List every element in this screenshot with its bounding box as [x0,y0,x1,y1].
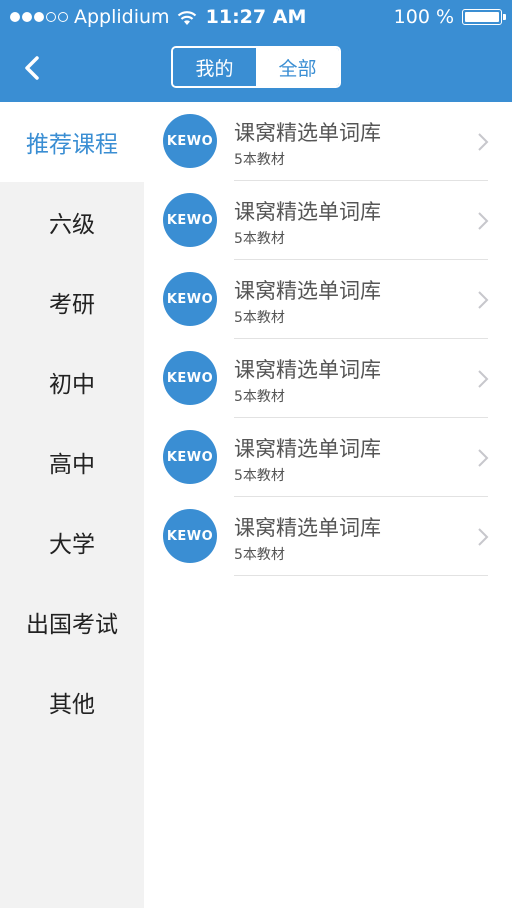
list-item-subtitle: 5本教材 [234,547,285,563]
list-item-subtitle: 5本教材 [234,310,285,326]
list-item-title: 课窝精选单词库 [234,358,381,382]
kewo-logo: KEWO [163,509,217,563]
sidebar-item-university[interactable]: 大学 [0,502,144,582]
sidebar-item-junior-high[interactable]: 初中 [0,342,144,422]
top-bar: Applidium 11:27 AM 100 % 我的 全部 [0,0,512,102]
sidebar-item-senior-high[interactable]: 高中 [0,422,144,502]
list-item[interactable]: KEWO 课窝精选单词库 5本教材 [144,260,512,339]
list-item-subtitle: 5本教材 [234,152,285,168]
chevron-right-icon [478,370,489,388]
chevron-left-icon[interactable] [20,54,46,82]
sidebar-item-study-abroad[interactable]: 出国考试 [0,582,144,662]
list-item-subtitle: 5本教材 [234,389,285,405]
chevron-right-icon [478,212,489,230]
list-item[interactable]: KEWO 课窝精选单词库 5本教材 [144,181,512,260]
kewo-logo: KEWO [163,272,217,326]
segmented-control: 我的 全部 [171,46,341,88]
sidebar-item-recommended[interactable]: 推荐课程 [0,102,144,182]
list-item[interactable]: KEWO 课窝精选单词库 5本教材 [144,102,512,181]
chevron-right-icon [478,133,489,151]
category-sidebar: 推荐课程 六级 考研 初中 高中 大学 出国考试 其他 [0,102,144,908]
list-item-title: 课窝精选单词库 [234,437,381,461]
tab-all[interactable]: 全部 [256,48,339,86]
battery-icon [462,9,506,25]
chevron-right-icon [478,528,489,546]
course-list: KEWO 课窝精选单词库 5本教材 KEWO 课窝精选单词库 5本教材 KEWO… [144,102,512,576]
kewo-logo: KEWO [163,114,217,168]
battery-percent: 100 % [393,6,454,28]
status-bar: Applidium 11:27 AM 100 % [0,0,512,34]
kewo-logo: KEWO [163,351,217,405]
divider [234,575,488,576]
list-item-subtitle: 5本教材 [234,231,285,247]
kewo-logo: KEWO [163,430,217,484]
list-item[interactable]: KEWO 课窝精选单词库 5本教材 [144,418,512,497]
list-item-subtitle: 5本教材 [234,468,285,484]
list-item[interactable]: KEWO 课窝精选单词库 5本教材 [144,497,512,576]
sidebar-item-cet6[interactable]: 六级 [0,182,144,262]
kewo-logo: KEWO [163,193,217,247]
list-item-title: 课窝精选单词库 [234,516,381,540]
list-item-title: 课窝精选单词库 [234,279,381,303]
chevron-right-icon [478,449,489,467]
chevron-right-icon [478,291,489,309]
list-item-title: 课窝精选单词库 [234,200,381,224]
tab-mine[interactable]: 我的 [173,48,256,86]
sidebar-item-other[interactable]: 其他 [0,662,144,742]
sidebar-item-postgraduate[interactable]: 考研 [0,262,144,342]
list-item-title: 课窝精选单词库 [234,121,381,145]
list-item[interactable]: KEWO 课窝精选单词库 5本教材 [144,339,512,418]
